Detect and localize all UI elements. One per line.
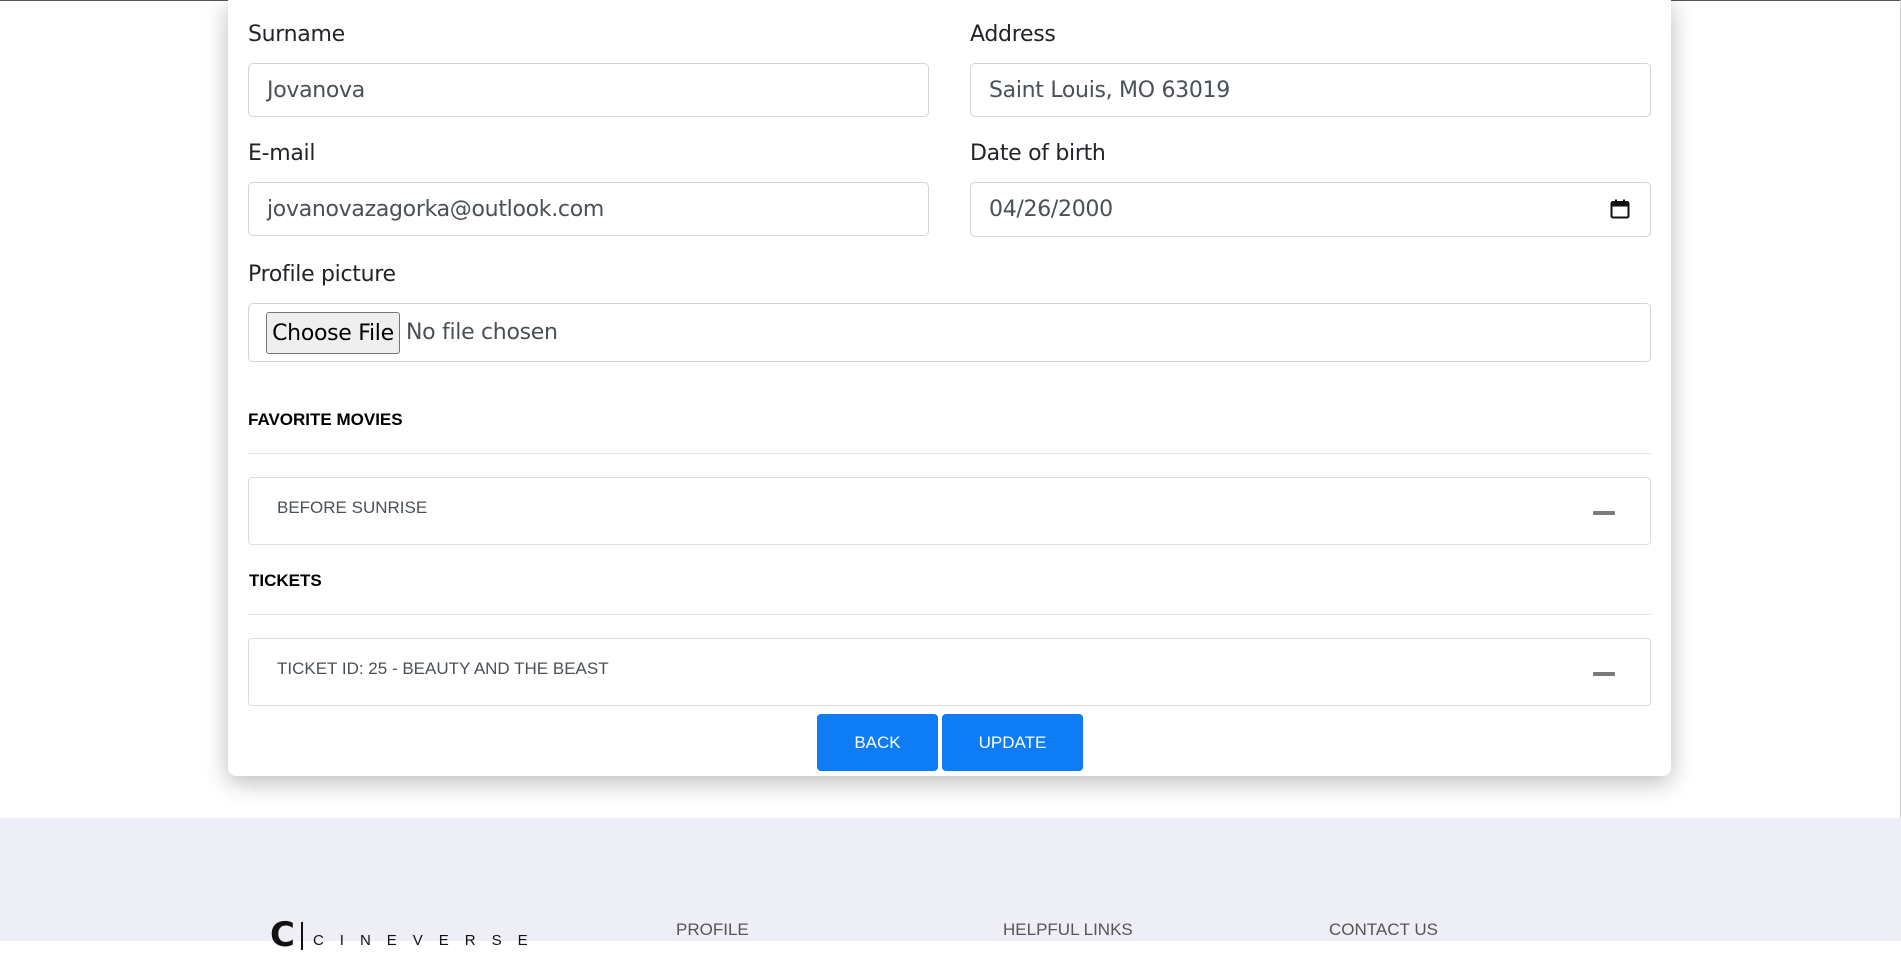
email-input[interactable]: jovanovazagorka@outlook.com [248, 182, 929, 236]
favorite-movie-item: BEFORE SUNRISE [248, 477, 1651, 545]
ticket-label: TICKET ID: 25 - BEAUTY AND THE BEAST [277, 659, 609, 678]
profile-picture-input[interactable]: Choose File No file chosen [248, 303, 1651, 362]
surname-input[interactable]: Jovanova [248, 63, 929, 117]
address-input[interactable]: Saint Louis, MO 63019 [970, 63, 1651, 117]
dob-label: Date of birth [970, 141, 1106, 166]
dob-input[interactable]: 04/26/2000 [970, 182, 1651, 237]
tickets-title: TICKETS [249, 571, 322, 590]
footer-heading-profile[interactable]: PROFILE [676, 920, 749, 940]
choose-file-button[interactable]: Choose File [266, 312, 400, 354]
footer-heading-contact-us[interactable]: CONTACT US [1329, 920, 1438, 940]
cineverse-logo[interactable]: C CINEVERSE [270, 918, 544, 952]
calendar-icon[interactable] [1610, 199, 1630, 219]
file-status: No file chosen [406, 320, 558, 345]
dob-value: 04/26/2000 [989, 197, 1113, 222]
divider [248, 453, 1651, 454]
email-label: E-mail [248, 141, 316, 166]
logo-divider [300, 922, 303, 950]
address-label: Address [970, 22, 1056, 47]
remove-icon[interactable] [1593, 511, 1615, 515]
favorite-movies-title: FAVORITE MOVIES [248, 410, 403, 429]
profile-picture-label: Profile picture [248, 262, 396, 287]
remove-icon[interactable] [1593, 672, 1615, 676]
surname-label: Surname [248, 22, 345, 47]
footer-heading-helpful-links[interactable]: HELPFUL LINKS [1003, 920, 1133, 940]
update-button[interactable]: UPDATE [942, 714, 1083, 771]
divider [248, 614, 1651, 615]
back-button[interactable]: BACK [817, 714, 938, 771]
logo-initial: C [270, 915, 295, 955]
favorite-movie-label: BEFORE SUNRISE [277, 498, 428, 517]
ticket-item: TICKET ID: 25 - BEAUTY AND THE BEAST [248, 638, 1651, 706]
